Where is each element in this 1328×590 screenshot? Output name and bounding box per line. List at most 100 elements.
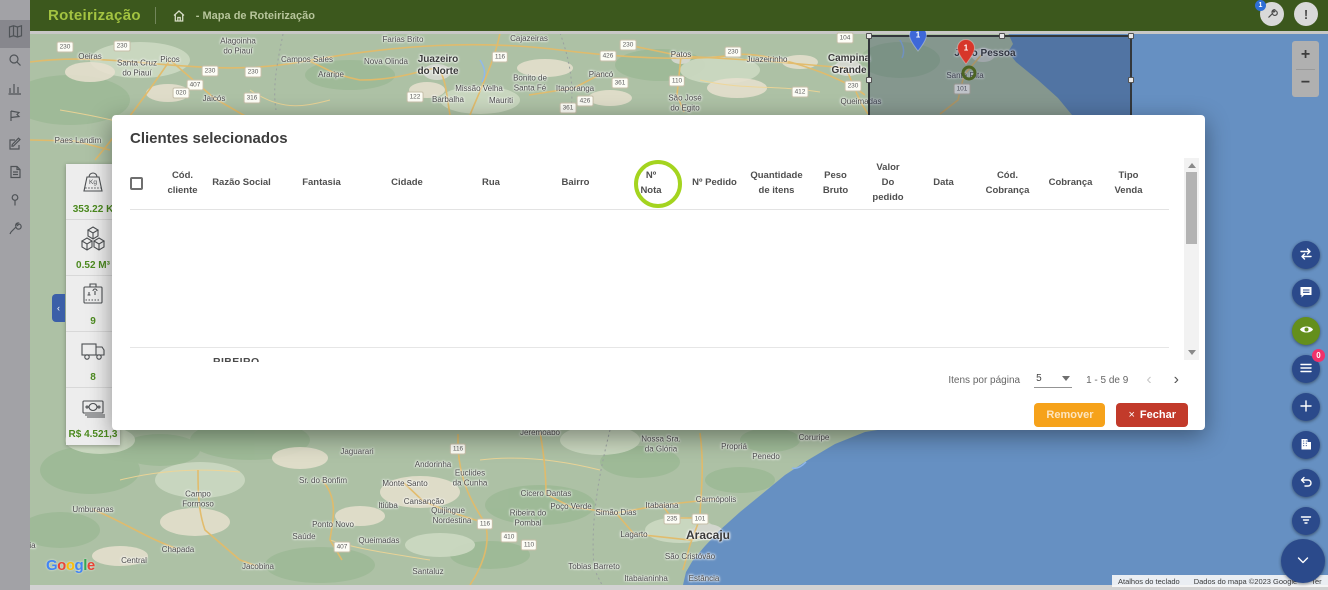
stat-value: 9 [90,316,96,327]
items-per-page-label: Itens por página [948,375,1020,386]
chevron-down-icon [1062,376,1070,381]
swap-icon [1299,247,1313,264]
stat-value: R$ 4.521,3 [69,429,118,440]
selection-handle[interactable] [1128,77,1134,83]
chat-button[interactable] [1292,279,1320,307]
home-icon[interactable] [172,9,186,23]
column-header-data: Data [913,176,974,191]
selected-clients-modal: Clientes selecionados Cód.clienteRazão S… [112,115,1205,430]
zoom-out-button[interactable]: − [1292,70,1319,98]
toolbar-badge: 0 [1312,349,1325,362]
map-icon [8,24,23,44]
divider [155,7,156,24]
column-header-valor-do-pedido: ValorDopedido [863,161,913,205]
tools-icon [8,221,22,240]
sidebar-item-pin[interactable] [0,188,30,216]
selection-handle[interactable] [866,77,872,83]
plus-icon [1299,399,1313,416]
column-header-c-d-cobran-a: Cód.Cobrança [974,169,1041,198]
search-icon [8,53,22,72]
pagination-range: 1 - 5 de 9 [1086,375,1128,386]
building-icon [1299,437,1313,454]
sidebar-item-document[interactable] [0,160,30,188]
column-header-cidade: Cidade [365,176,449,191]
previous-page-button[interactable]: ‹ [1142,372,1155,388]
sidebar-item-tools[interactable] [0,216,30,244]
selected-client-marker[interactable] [962,66,977,81]
close-icon: × [1128,409,1134,421]
selection-handle[interactable] [866,33,872,39]
selection-handle[interactable] [1128,33,1134,39]
eye-button[interactable] [1292,317,1320,345]
column-header-n-nota: NºNota [618,169,684,198]
weight-icon: Kg [78,168,108,203]
column-header-n-pedido: Nº Pedido [684,176,745,191]
building-button[interactable] [1292,431,1320,459]
svg-text:1: 1 [916,31,921,40]
chart-icon [8,81,22,100]
scrollbar-thumb[interactable] [1186,172,1197,244]
tools-badge: 1 [1255,0,1266,11]
attribution-text[interactable]: Atalhos do teclado [1118,577,1180,586]
tools-button[interactable]: 1 [1260,2,1284,26]
undo-icon [1299,475,1313,492]
undo-button[interactable] [1292,469,1320,497]
column-header-peso-bruto: PesoBruto [808,169,863,198]
wrench-icon [1266,8,1278,20]
select-all-checkbox[interactable] [130,177,143,190]
plus-button[interactable] [1292,393,1320,421]
exclamation-icon: ! [1304,7,1308,22]
sidebar-item-edit[interactable] [0,132,30,160]
column-header-rua: Rua [449,176,533,191]
routes-icon [8,109,22,128]
document-icon [9,165,22,184]
partial-row-text: RIBEIRO [213,356,333,362]
breadcrumb: - Mapa de Roteirização [196,10,315,22]
app-title: Roteirização [48,7,141,24]
chat-icon [1299,285,1313,302]
sidebar-item-routes[interactable] [0,104,30,132]
selection-handle[interactable] [999,33,1005,39]
edit-icon [8,137,22,156]
pagination-bar: Itens por página 5 1 - 5 de 9 ‹ › [948,368,1183,392]
column-header-cobran-a: Cobrança [1041,176,1100,191]
svg-text:1: 1 [964,44,969,53]
modal-title: Clientes selecionados [130,130,288,147]
stat-value: 0.52 M³ [76,260,110,271]
close-button[interactable]: × Fechar [1116,403,1188,427]
left-sidebar [0,0,30,590]
sidebar-item-map[interactable] [0,20,30,48]
zoom-in-button[interactable]: + [1292,41,1319,69]
svg-text:Kg: Kg [89,179,97,186]
top-bar: Roteirização - Mapa de Roteirização 1 ! [30,0,1328,31]
scroll-down-arrow[interactable] [1188,350,1196,355]
attribution-text[interactable]: Dados do mapa ©2023 Google [1194,577,1298,586]
list-icon [1299,361,1313,378]
table-header-row: Cód.clienteRazão SocialFantasiaCidadeRua… [130,158,1169,210]
scroll-up-arrow[interactable] [1188,163,1196,168]
chevron-down-button[interactable] [1281,539,1325,583]
filter-button[interactable] [1292,507,1320,535]
sidebar-item-search[interactable] [0,48,30,76]
collapse-panel-button[interactable]: ‹ [52,294,65,322]
column-header-tipo-venda: TipoVenda [1100,169,1157,198]
cubes-icon [78,224,108,259]
map-zoom-control: + − [1292,41,1319,97]
filter-icon [1299,513,1313,530]
swap-button[interactable] [1292,241,1320,269]
column-header-raz-o-social: Razão Social [205,176,278,191]
table-scrollbar[interactable] [1184,158,1199,360]
column-header-c-d-cliente: Cód.cliente [160,169,205,198]
package-icon [78,280,108,315]
alerts-button[interactable]: ! [1294,2,1318,26]
next-page-button[interactable]: › [1170,372,1183,388]
items-per-page-select[interactable]: 5 [1034,373,1072,388]
column-header-bairro: Bairro [533,176,618,191]
pin-icon [9,193,21,212]
stat-value: 8 [90,372,96,383]
sidebar-item-chart[interactable] [0,76,30,104]
partial-table-row: RIBEIRO [213,347,333,362]
remove-button[interactable]: Remover [1034,403,1105,427]
eye-icon [1299,322,1314,340]
chevron-down-icon [1294,551,1312,572]
